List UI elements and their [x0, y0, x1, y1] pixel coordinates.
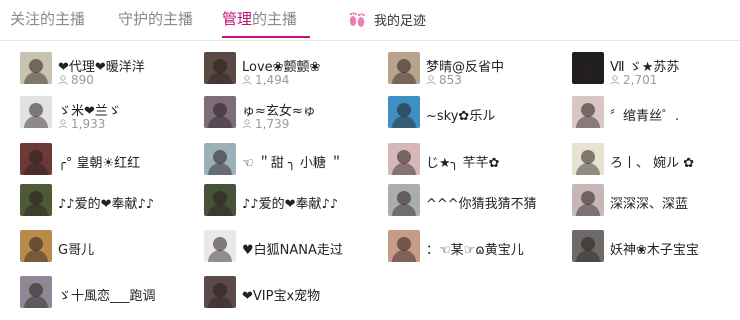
anchor-name[interactable]: 〞绾青丝゜. — [610, 105, 679, 124]
avatar[interactable] — [204, 52, 236, 84]
avatar[interactable] — [388, 52, 420, 84]
anchor-item[interactable]: ゅ≈玄女≈ゅ 1,739 — [204, 96, 374, 131]
anchor-item[interactable]: じ★╮ 芊芊✿ — [388, 143, 558, 177]
anchor-item[interactable]: 深深深、深蓝 — [572, 184, 740, 218]
anchor-item[interactable]: Love❀颤颤❀ 1,494 — [204, 52, 374, 87]
anchor-item[interactable]: ╭° 皇朝☀红红 — [20, 143, 190, 177]
tab-guarded-anchors[interactable]: 守护的主播 — [118, 8, 193, 29]
person-icon — [58, 75, 68, 85]
avatar[interactable] — [20, 52, 52, 84]
follower-count: 853 — [426, 73, 462, 87]
avatar[interactable] — [20, 276, 52, 308]
follower-count-value: 1,933 — [71, 117, 106, 131]
anchor-name[interactable]: ♪♪爱的❤奉献♪♪ — [58, 193, 154, 212]
avatar[interactable] — [204, 230, 236, 262]
avatar[interactable] — [204, 143, 236, 175]
tab-managed-highlight: 管理 — [222, 10, 253, 28]
anchor-item[interactable]: 梦晴@反省中 853 — [388, 52, 558, 87]
anchor-item[interactable]: ^^^你猜我猜不猜 — [388, 184, 558, 218]
avatar[interactable] — [20, 230, 52, 262]
anchor-name[interactable]: ♪♪爱的❤奉献♪♪ — [242, 193, 338, 212]
avatar[interactable] — [204, 276, 236, 308]
anchor-item[interactable]: ♥白狐NANA走过 — [204, 230, 374, 264]
anchor-item[interactable]: Ⅶ ゞ★苏苏 2,701 — [572, 52, 740, 87]
anchor-item[interactable]: 〞绾青丝゜. — [572, 96, 740, 130]
tab-managed-anchors[interactable]: 管理的主播 — [222, 8, 297, 29]
follower-count-value: 890 — [71, 73, 94, 87]
anchor-item[interactable]: ~sky✿乐ル — [388, 96, 558, 130]
anchor-tabs: 关注的主播 守护的主播 管理的主播 我的足迹 — [0, 0, 740, 41]
anchor-name[interactable]: ❤VIP宝x宠物 — [242, 285, 320, 304]
tab-my-footprints[interactable]: 我的足迹 — [346, 8, 426, 30]
follower-count: 1,494 — [242, 73, 289, 87]
anchor-item[interactable]: ♪♪爱的❤奉献♪♪ — [20, 184, 190, 218]
anchor-name[interactable]: ☜ ＂甜 ╮ 小糖 ＂ — [242, 152, 343, 171]
anchor-item[interactable]: ろ丨、 婉ル ✿ — [572, 143, 740, 177]
anchor-name[interactable]: 深深深、深蓝 — [610, 193, 688, 212]
anchor-name[interactable]: ╭° 皇朝☀红红 — [58, 152, 140, 171]
avatar[interactable] — [572, 96, 604, 128]
anchor-item[interactable]: ❤VIP宝x宠物 — [204, 276, 374, 310]
anchor-name[interactable]: じ★╮ 芊芊✿ — [426, 152, 500, 171]
anchor-item[interactable]: ☜ ＂甜 ╮ 小糖 ＂ — [204, 143, 374, 177]
avatar[interactable] — [204, 96, 236, 128]
anchor-name[interactable]: ：☜某☞ɷ黄宝儿 — [426, 239, 524, 258]
tab-followed-anchors[interactable]: 关注的主播 — [10, 8, 85, 29]
follower-count: 890 — [58, 73, 94, 87]
anchor-name[interactable]: ろ丨、 婉ル ✿ — [610, 152, 694, 171]
avatar[interactable] — [388, 184, 420, 216]
follower-count: 1,739 — [242, 117, 289, 131]
tab-my-footprints-label: 我的足迹 — [374, 13, 427, 29]
anchor-name[interactable]: ^^^你猜我猜不猜 — [426, 193, 537, 212]
person-icon — [242, 75, 252, 85]
anchor-item[interactable]: ❤代理❤暖洋洋 890 — [20, 52, 190, 87]
follower-count-value: 853 — [439, 73, 462, 87]
avatar[interactable] — [572, 230, 604, 262]
anchor-item[interactable]: ゞ十風恋___跑调 — [20, 276, 190, 310]
avatar[interactable] — [572, 143, 604, 175]
follower-count-value: 1,739 — [255, 117, 290, 131]
anchor-name[interactable]: ゞ十風恋___跑调 — [58, 285, 156, 304]
avatar[interactable] — [388, 143, 420, 175]
person-icon — [426, 75, 436, 85]
person-icon — [610, 75, 620, 85]
avatar[interactable] — [204, 184, 236, 216]
avatar[interactable] — [20, 143, 52, 175]
anchor-item[interactable]: 妖神❀木子宝宝 — [572, 230, 740, 264]
anchor-item[interactable]: ：☜某☞ɷ黄宝儿 — [388, 230, 558, 264]
anchor-name[interactable]: 妖神❀木子宝宝 — [610, 239, 699, 258]
anchor-name[interactable]: ♥白狐NANA走过 — [242, 239, 343, 258]
active-tab-underline — [222, 36, 310, 38]
anchor-item[interactable]: ♪♪爱的❤奉献♪♪ — [204, 184, 374, 218]
avatar[interactable] — [388, 96, 420, 128]
anchor-name[interactable]: ~sky✿乐ル — [426, 105, 495, 124]
avatar[interactable] — [20, 96, 52, 128]
person-icon — [58, 119, 68, 129]
person-icon — [242, 119, 252, 129]
follower-count-value: 2,701 — [623, 73, 658, 87]
anchor-item[interactable]: ゞ米❤兰ゞ 1,933 — [20, 96, 190, 131]
avatar[interactable] — [572, 52, 604, 84]
avatar[interactable] — [388, 230, 420, 262]
anchor-item[interactable]: G哥儿 — [20, 230, 190, 264]
anchor-name[interactable]: G哥儿 — [58, 239, 94, 258]
follower-count-value: 1,494 — [255, 73, 290, 87]
footprints-icon — [349, 12, 365, 27]
avatar[interactable] — [20, 184, 52, 216]
tab-managed-rest: 的主播 — [252, 10, 298, 28]
avatar[interactable] — [572, 184, 604, 216]
follower-count: 1,933 — [58, 117, 105, 131]
follower-count: 2,701 — [610, 73, 657, 87]
